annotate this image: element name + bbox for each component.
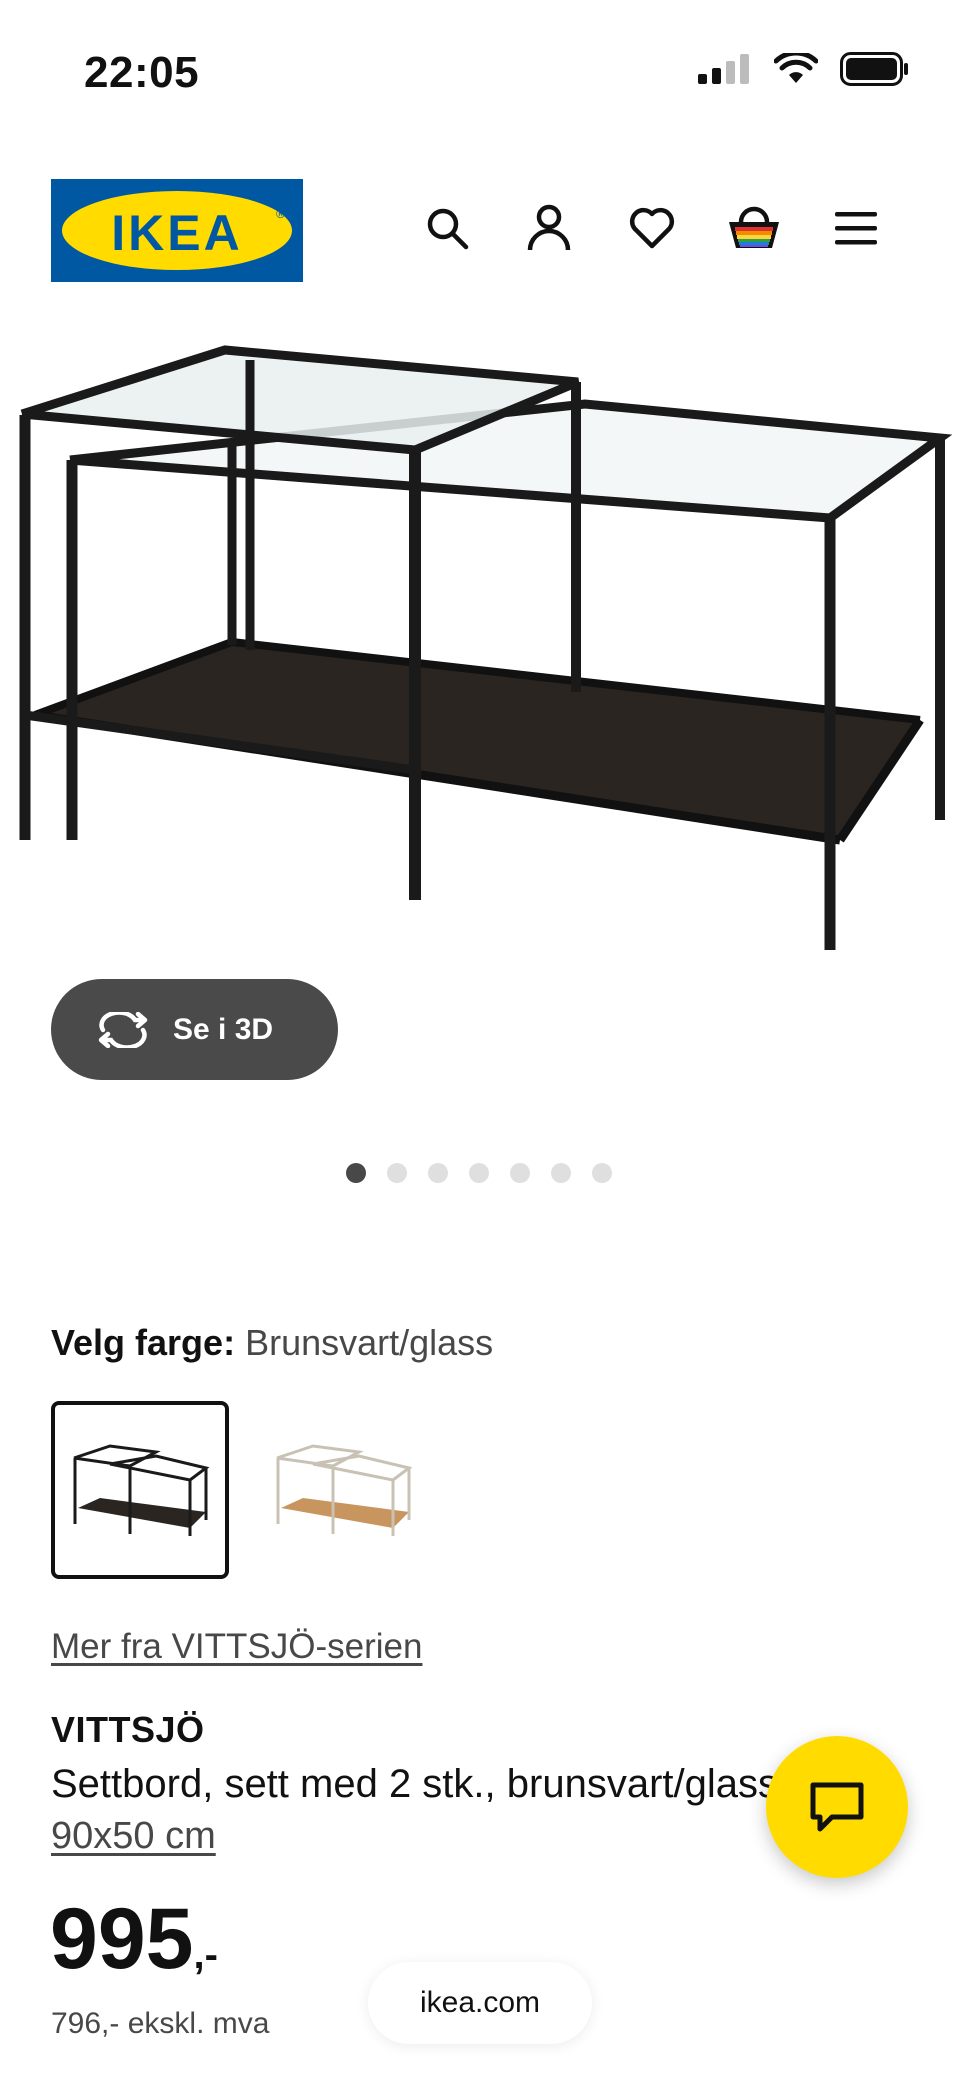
color-selected-value: Brunsvart/glass <box>245 1322 494 1363</box>
status-time: 22:05 <box>84 48 200 97</box>
gallery-dot[interactable] <box>387 1163 407 1183</box>
product-description: Settbord, sett med 2 stk., brunsvart/gla… <box>51 1762 778 1806</box>
color-picker-label: Velg farge: Brunsvart/glass <box>51 1322 493 1364</box>
gallery-dot[interactable] <box>428 1163 448 1183</box>
series-link[interactable]: Mer fra VITTSJÖ-serien <box>51 1627 422 1667</box>
logo-registered-mark: ® <box>276 207 285 221</box>
color-swatch-brunsvart[interactable] <box>51 1401 229 1579</box>
signal-icon <box>698 54 749 84</box>
color-swatch-hvit[interactable] <box>254 1401 432 1579</box>
browser-url-bar[interactable]: ikea.com <box>368 1962 592 2044</box>
product-price: 995,- <box>50 1896 218 1982</box>
price-suffix: ,- <box>193 1933 218 1977</box>
gallery-pagination <box>346 1163 612 1183</box>
color-label-title: Velg farge: <box>51 1322 236 1363</box>
chat-icon <box>810 1782 864 1832</box>
logo-text: IKEA <box>111 205 243 261</box>
rotate-3d-icon <box>98 1011 148 1048</box>
search-icon[interactable] <box>419 200 475 256</box>
menu-icon[interactable] <box>828 200 884 256</box>
gallery-dot[interactable] <box>592 1163 612 1183</box>
battery-icon <box>840 52 908 86</box>
gallery-dot[interactable] <box>551 1163 571 1183</box>
gallery-dot[interactable] <box>346 1163 366 1183</box>
gallery-dot[interactable] <box>510 1163 530 1183</box>
gallery-dot[interactable] <box>469 1163 489 1183</box>
product-name: VITTSJÖ <box>51 1709 205 1750</box>
price-excl-vat: 796,- ekskl. mva <box>51 2007 270 2040</box>
view-3d-label: Se i 3D <box>173 1012 274 1046</box>
status-icons <box>698 52 910 86</box>
ikea-logo[interactable]: IKEA ® <box>51 179 303 282</box>
product-size-link[interactable]: 90x50 cm <box>51 1815 216 1858</box>
account-icon[interactable] <box>521 200 577 256</box>
view-3d-button[interactable]: Se i 3D <box>51 979 338 1080</box>
basket-icon[interactable] <box>726 200 782 256</box>
product-image[interactable] <box>0 320 960 980</box>
price-value: 995 <box>50 1891 194 1987</box>
chat-button[interactable] <box>766 1736 908 1878</box>
wifi-icon <box>774 53 818 83</box>
heart-icon[interactable] <box>624 200 680 256</box>
